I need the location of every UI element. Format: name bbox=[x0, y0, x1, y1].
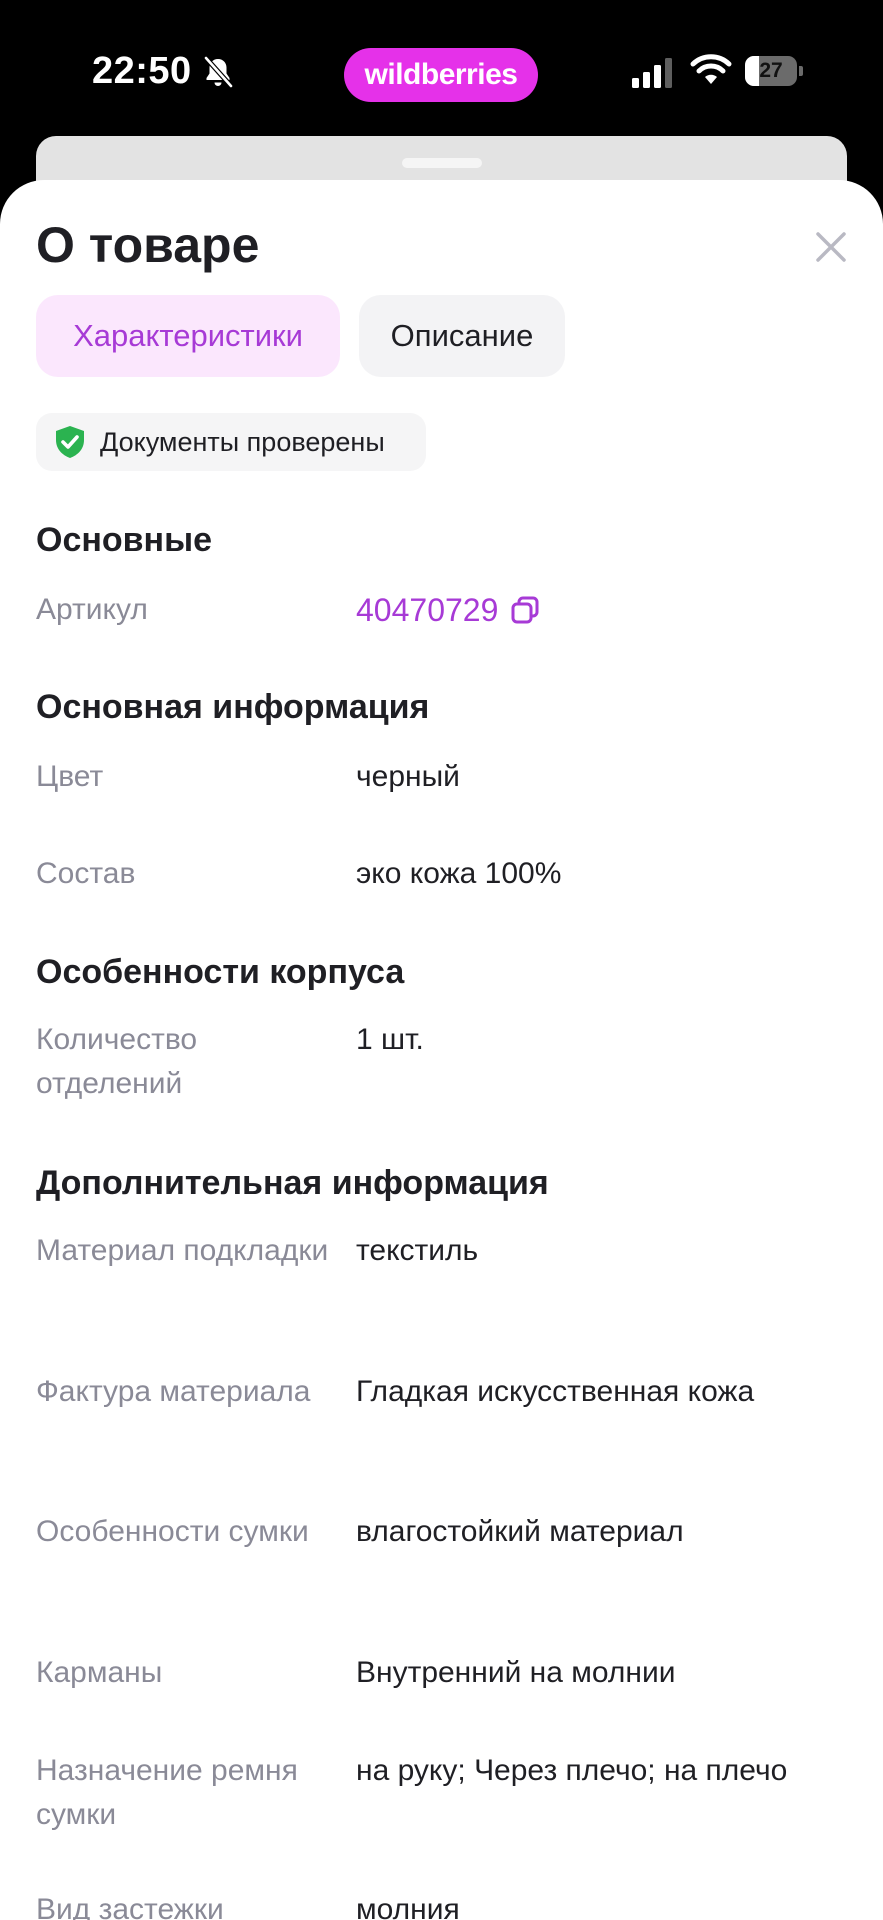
row-label-lining: Материал подкладки bbox=[36, 1234, 329, 1267]
product-info-sheet: О товаре Характеристики Описание Докумен… bbox=[0, 180, 883, 1920]
badge-text: Документы проверены bbox=[100, 427, 385, 457]
row-label-bag-features: Особенности сумки bbox=[36, 1515, 309, 1548]
sheet-grabber[interactable] bbox=[402, 158, 482, 168]
article-number[interactable]: 40470729 bbox=[356, 588, 498, 632]
copy-icon[interactable] bbox=[510, 595, 540, 625]
wifi-icon bbox=[690, 54, 732, 84]
article-label: Артикул bbox=[36, 593, 148, 626]
sheet-title: О товаре bbox=[36, 217, 260, 273]
row-value-compartments: 1 шт. bbox=[356, 1023, 424, 1056]
row-label-texture: Фактура материала bbox=[36, 1375, 311, 1408]
row-value-strap: на руку; Через плечо; на плечо bbox=[356, 1754, 788, 1787]
brand-pill[interactable]: wildberries bbox=[344, 48, 538, 102]
row-value-bag-features: влагостойкий материал bbox=[356, 1515, 684, 1548]
section-title-main: Основные bbox=[36, 521, 213, 559]
section-title-body: Особенности корпуса bbox=[36, 953, 405, 991]
row-value-pockets: Внутренний на молнии bbox=[356, 1656, 676, 1689]
section-title-extra: Дополнительная информация bbox=[36, 1164, 549, 1202]
battery-nub bbox=[799, 66, 803, 76]
row-label-compartments: Количество отделений bbox=[36, 1023, 198, 1100]
row-label-color: Цвет bbox=[36, 760, 104, 793]
row-label-pockets: Карманы bbox=[36, 1656, 163, 1689]
bell-slash-icon bbox=[204, 56, 233, 88]
signal-icon bbox=[632, 58, 672, 88]
row-value-clasp: молния bbox=[356, 1893, 460, 1920]
row-label-composition: Состав bbox=[36, 857, 136, 890]
row-value-lining: текстиль bbox=[356, 1234, 479, 1267]
row-value-texture: Гладкая искусственная кожа bbox=[356, 1375, 755, 1408]
status-bar: 22:50 wildberries 27 bbox=[0, 0, 883, 140]
section-title-basic-info: Основная информация bbox=[36, 688, 430, 726]
row-label-strap: Назначение ремня сумки bbox=[36, 1754, 298, 1831]
battery-icon: 27 bbox=[745, 56, 803, 86]
documents-verified-badge[interactable]: Документы проверены bbox=[36, 413, 426, 471]
battery-percent: 27 bbox=[759, 59, 783, 82]
row-label-clasp: Вид застежки bbox=[36, 1893, 224, 1920]
screen: 22:50 wildberries 27 О товаре Характерис… bbox=[0, 0, 883, 1920]
close-icon[interactable] bbox=[806, 222, 856, 272]
status-time: 22:50 bbox=[92, 50, 192, 92]
tab-characteristics[interactable]: Характеристики bbox=[36, 295, 340, 377]
article-value[interactable]: 40470729 bbox=[356, 588, 540, 632]
tab-description[interactable]: Описание bbox=[359, 295, 565, 377]
battery-body: 27 bbox=[745, 56, 797, 86]
shield-check-icon bbox=[56, 426, 84, 458]
row-value-composition: эко кожа 100% bbox=[356, 857, 562, 890]
row-value-color: черный bbox=[356, 760, 460, 793]
